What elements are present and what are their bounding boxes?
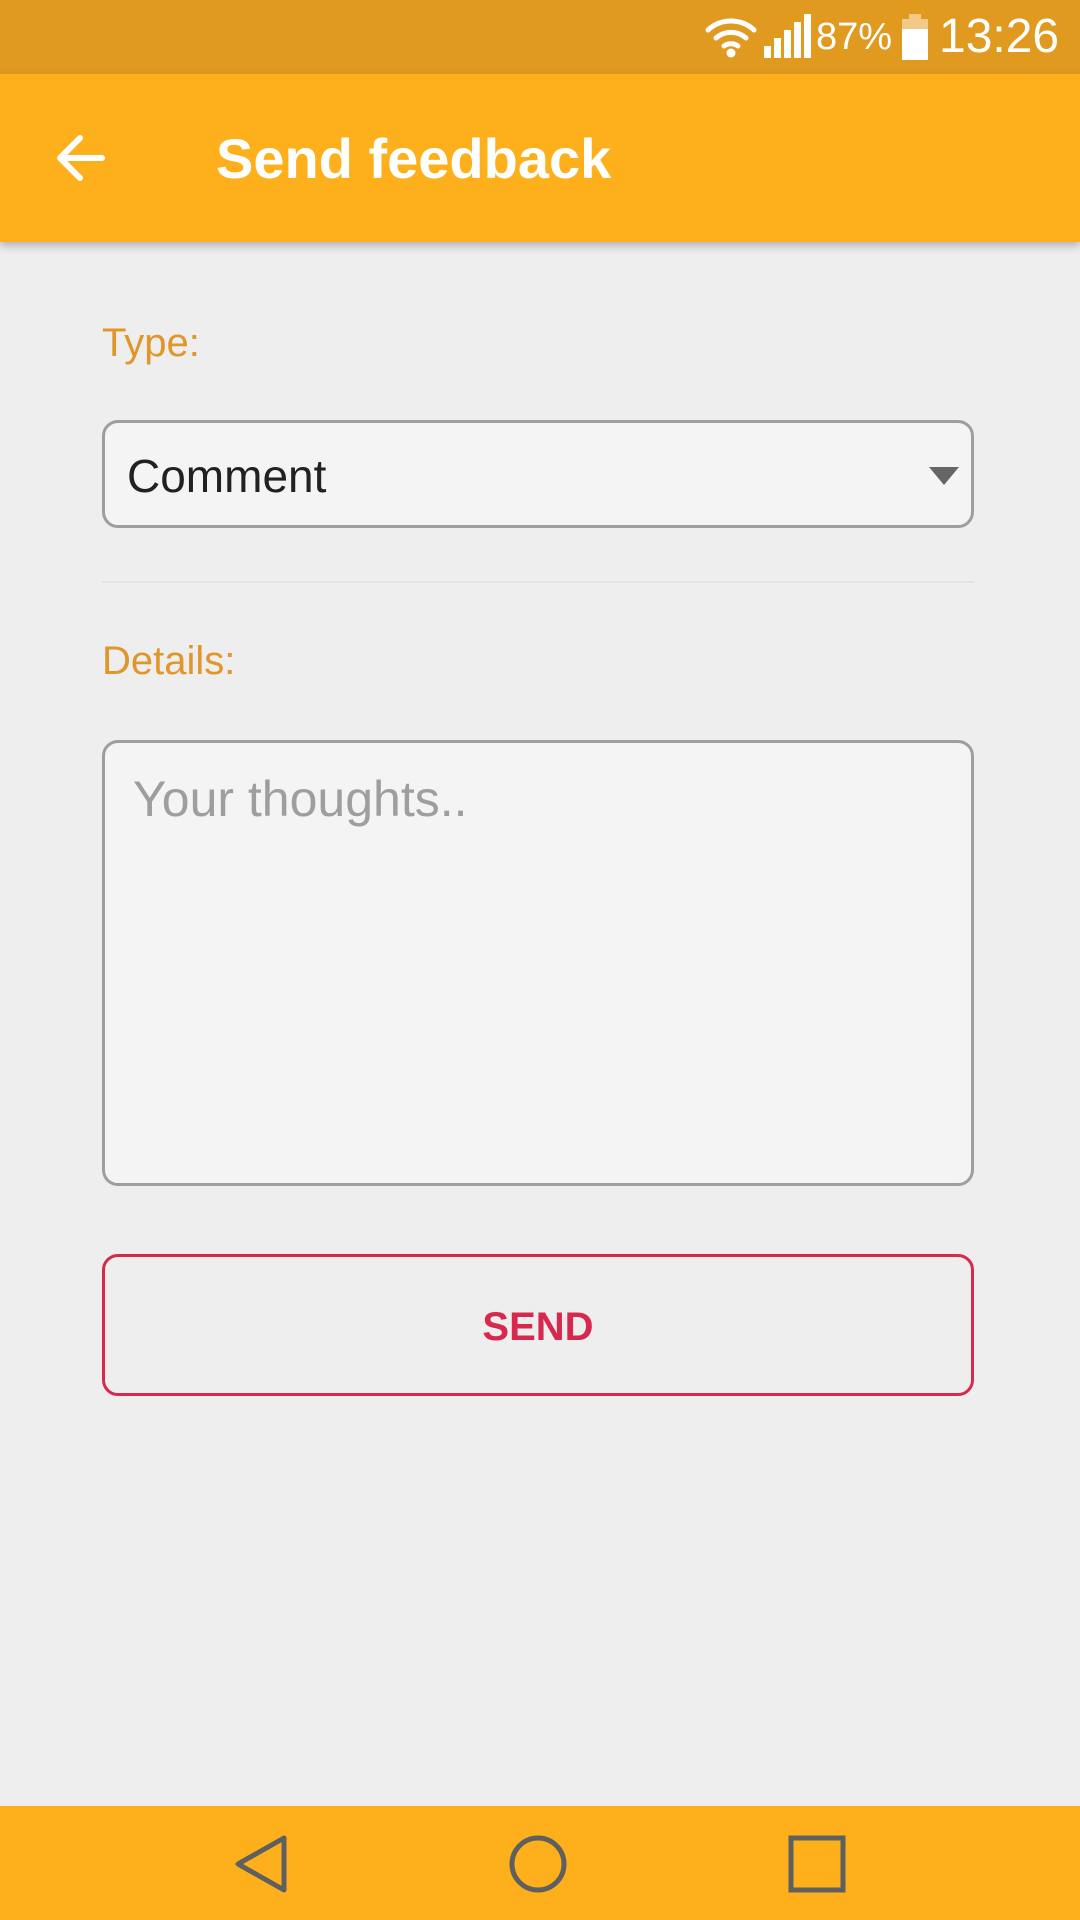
- details-placeholder: Your thoughts..: [133, 771, 468, 827]
- divider: [102, 581, 974, 583]
- nav-recents-icon[interactable]: [785, 1832, 849, 1896]
- type-label: Type:: [102, 321, 200, 365]
- clock: 13:26: [939, 10, 1060, 63]
- send-button[interactable]: SEND: [102, 1254, 974, 1396]
- nav-bar: [0, 1806, 1080, 1920]
- type-dropdown[interactable]: Comment: [102, 420, 974, 528]
- nav-home-icon[interactable]: [506, 1832, 570, 1896]
- app-bar: Send feedback: [0, 74, 1080, 242]
- send-button-label: SEND: [482, 1305, 594, 1349]
- dropdown-arrow-icon: [929, 467, 959, 485]
- arrow-back-icon[interactable]: [50, 128, 110, 188]
- nav-back-icon[interactable]: [230, 1832, 294, 1896]
- wifi-icon: [705, 18, 757, 58]
- details-label: Details:: [102, 639, 236, 683]
- battery-icon: [902, 14, 928, 60]
- page-title: Send feedback: [216, 127, 612, 190]
- signal-icon: [764, 14, 811, 58]
- type-dropdown-value: Comment: [127, 450, 327, 502]
- details-textarea[interactable]: Your thoughts..: [102, 740, 974, 1186]
- battery-percent: 87%: [816, 16, 893, 58]
- status-bar: 87% 13:26: [0, 0, 1080, 74]
